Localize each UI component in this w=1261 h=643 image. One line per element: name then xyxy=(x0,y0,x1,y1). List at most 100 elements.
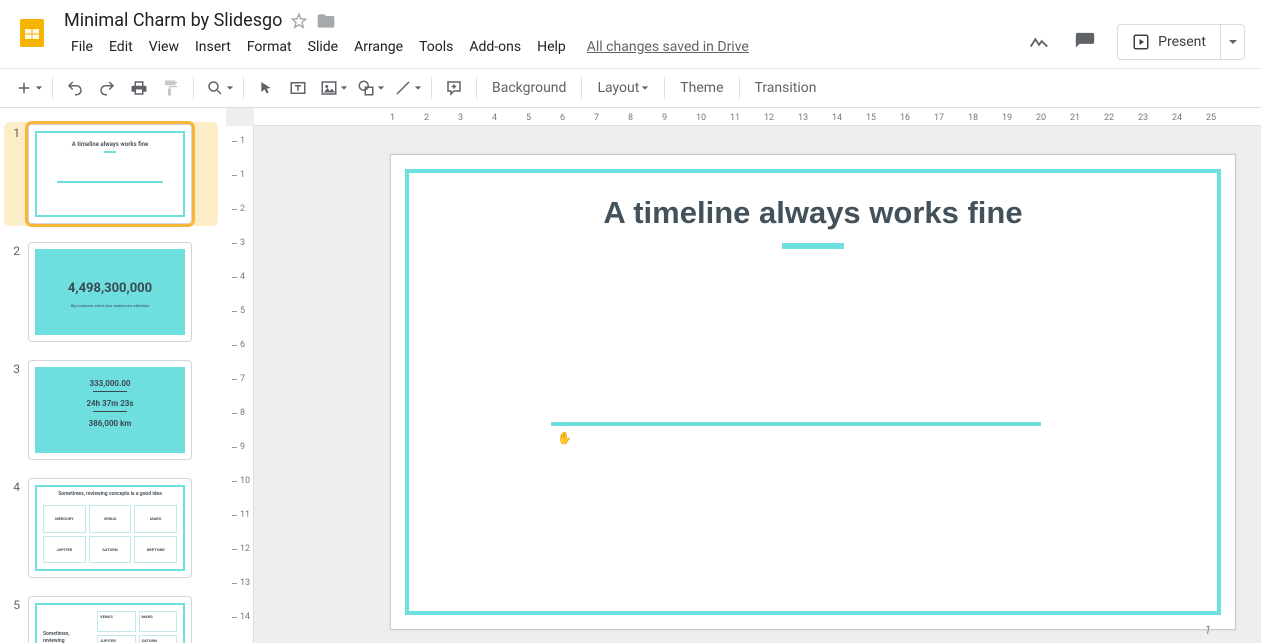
filmstrip[interactable]: 1 A timeline always works fine 2 4,498,3… xyxy=(0,108,226,643)
select-tool[interactable] xyxy=(251,73,281,103)
ruler-tick: 19 xyxy=(1002,113,1012,123)
slide-thumb-row: 5 Sometimes, reviewing concepts is a goo… xyxy=(6,596,218,643)
slide-thumb-row: 2 4,498,300,000 Big numbers catch your a… xyxy=(6,242,218,342)
slide-thumb-1[interactable]: A timeline always works fine xyxy=(28,124,192,224)
present-button[interactable]: Present xyxy=(1118,33,1220,51)
thumb-side-text: Sometimes, reviewing concepts is a good … xyxy=(43,631,85,643)
document-title[interactable]: Minimal Charm by Slidesgo xyxy=(64,10,282,31)
ruler-tick: 10 xyxy=(232,476,250,486)
slide-thumb-2[interactable]: 4,498,300,000 Big numbers catch your aud… xyxy=(28,242,192,342)
canvas-area: 1234567891011121314151617181920212223242… xyxy=(226,108,1261,643)
comment-plus-icon xyxy=(445,79,463,97)
new-slide-button[interactable] xyxy=(10,73,45,103)
menu-format[interactable]: Format xyxy=(240,35,299,59)
line-tool[interactable] xyxy=(389,73,424,103)
ruler-tick: 9 xyxy=(662,113,667,123)
ruler-tick: 6 xyxy=(560,113,565,123)
ruler-tick: 3 xyxy=(458,113,463,123)
horizontal-ruler[interactable]: 1234567891011121314151617181920212223242… xyxy=(254,108,1261,126)
ruler-tick: 10 xyxy=(696,113,706,123)
ruler-tick: 17 xyxy=(934,113,944,123)
undo-icon xyxy=(66,79,84,97)
present-button-group: Present xyxy=(1117,24,1245,60)
text-box-tool[interactable] xyxy=(283,73,313,103)
image-tool[interactable] xyxy=(315,73,350,103)
app-logo[interactable] xyxy=(12,8,52,58)
shape-tool[interactable] xyxy=(352,73,387,103)
ruler-tick: 3 xyxy=(232,238,245,248)
shape-icon xyxy=(357,79,375,97)
add-comment-button[interactable] xyxy=(439,73,469,103)
ruler-tick: 23 xyxy=(1138,113,1148,123)
text-box-icon xyxy=(289,79,307,97)
menu-bar: File Edit View Insert Format Slide Arran… xyxy=(64,35,1025,59)
ruler-tick: 13 xyxy=(798,113,808,123)
menu-addons[interactable]: Add-ons xyxy=(462,35,528,59)
line-icon xyxy=(394,79,412,97)
theme-button[interactable]: Theme xyxy=(672,73,731,103)
print-button[interactable] xyxy=(124,73,154,103)
menu-view[interactable]: View xyxy=(142,35,186,59)
present-dropdown[interactable] xyxy=(1220,25,1244,59)
chevron-down-icon xyxy=(340,84,348,92)
slide-thumb-5[interactable]: Sometimes, reviewing concepts is a good … xyxy=(28,596,192,643)
slide-thumb-row: 4 Sometimes, reviewing concepts is a goo… xyxy=(6,478,218,578)
slide-thumb-row: 3 333,000.00 24h 37m 23s 386,000 km xyxy=(6,360,218,460)
folder-move-icon[interactable] xyxy=(316,11,336,31)
slide-title-text[interactable]: A timeline always works fine xyxy=(391,195,1235,231)
canvas-stage[interactable]: A timeline always works fine ✋ 1 xyxy=(254,126,1261,643)
title-zone: Minimal Charm by Slidesgo File Edit View… xyxy=(64,8,1025,59)
undo-button[interactable] xyxy=(60,73,90,103)
star-icon[interactable] xyxy=(290,12,308,30)
slide-timeline-line[interactable] xyxy=(551,422,1041,426)
layout-label: Layout xyxy=(597,80,639,96)
ruler-tick: 7 xyxy=(594,113,599,123)
redo-button[interactable] xyxy=(92,73,122,103)
redo-icon xyxy=(98,79,116,97)
slide-thumb-3[interactable]: 333,000.00 24h 37m 23s 386,000 km xyxy=(28,360,192,460)
chevron-down-icon xyxy=(1228,37,1238,47)
chevron-down-icon xyxy=(377,84,385,92)
ruler-tick: 13 xyxy=(232,578,250,588)
ruler-tick: 5 xyxy=(526,113,531,123)
slide-title-underline xyxy=(782,243,844,249)
zoom-icon xyxy=(206,79,224,97)
toolbar: Background Layout Theme Transition xyxy=(0,68,1261,108)
image-icon xyxy=(320,79,338,97)
menu-edit[interactable]: Edit xyxy=(102,35,140,59)
menu-tools[interactable]: Tools xyxy=(412,35,460,59)
ruler-tick: 5 xyxy=(232,306,245,316)
slide-thumb-4[interactable]: Sometimes, reviewing concepts is a good … xyxy=(28,478,192,578)
layout-button[interactable]: Layout xyxy=(589,73,657,103)
ruler-tick: 4 xyxy=(232,272,245,282)
transition-button[interactable]: Transition xyxy=(747,73,825,103)
background-button[interactable]: Background xyxy=(484,73,574,103)
filmstrip-panel: 1 A timeline always works fine 2 4,498,3… xyxy=(0,108,226,643)
ruler-tick: 22 xyxy=(1104,113,1114,123)
menu-help[interactable]: Help xyxy=(530,35,573,59)
menu-arrange[interactable]: Arrange xyxy=(347,35,410,59)
ruler-tick: 25 xyxy=(1206,113,1216,123)
menu-file[interactable]: File xyxy=(64,35,100,59)
slide-canvas[interactable]: A timeline always works fine ✋ xyxy=(390,154,1236,630)
slide-number: 5 xyxy=(6,596,20,612)
plus-icon xyxy=(15,79,33,97)
thumb-title: Sometimes, reviewing concepts is a good … xyxy=(29,491,191,497)
play-box-icon xyxy=(1132,33,1150,51)
zoom-button[interactable] xyxy=(201,73,236,103)
cursor-icon xyxy=(258,80,274,96)
thumb-line-c: 386,000 km xyxy=(29,419,191,428)
ruler-tick: 20 xyxy=(1036,113,1046,123)
ruler-tick: 12 xyxy=(764,113,774,123)
menu-insert[interactable]: Insert xyxy=(188,35,238,59)
vertical-ruler[interactable]: 11234567891011121314 xyxy=(226,126,254,643)
ruler-tick: 8 xyxy=(232,408,245,418)
ruler-tick: 16 xyxy=(900,113,910,123)
slide-thumb-row: 1 A timeline always works fine xyxy=(4,122,218,226)
comments-icon[interactable] xyxy=(1071,28,1099,56)
menu-slide[interactable]: Slide xyxy=(301,35,345,59)
save-status[interactable]: All changes saved in Drive xyxy=(587,35,749,59)
activity-icon[interactable] xyxy=(1025,28,1053,56)
ruler-tick: 14 xyxy=(232,612,250,622)
thumb-big-number: 4,498,300,000 xyxy=(29,281,191,296)
